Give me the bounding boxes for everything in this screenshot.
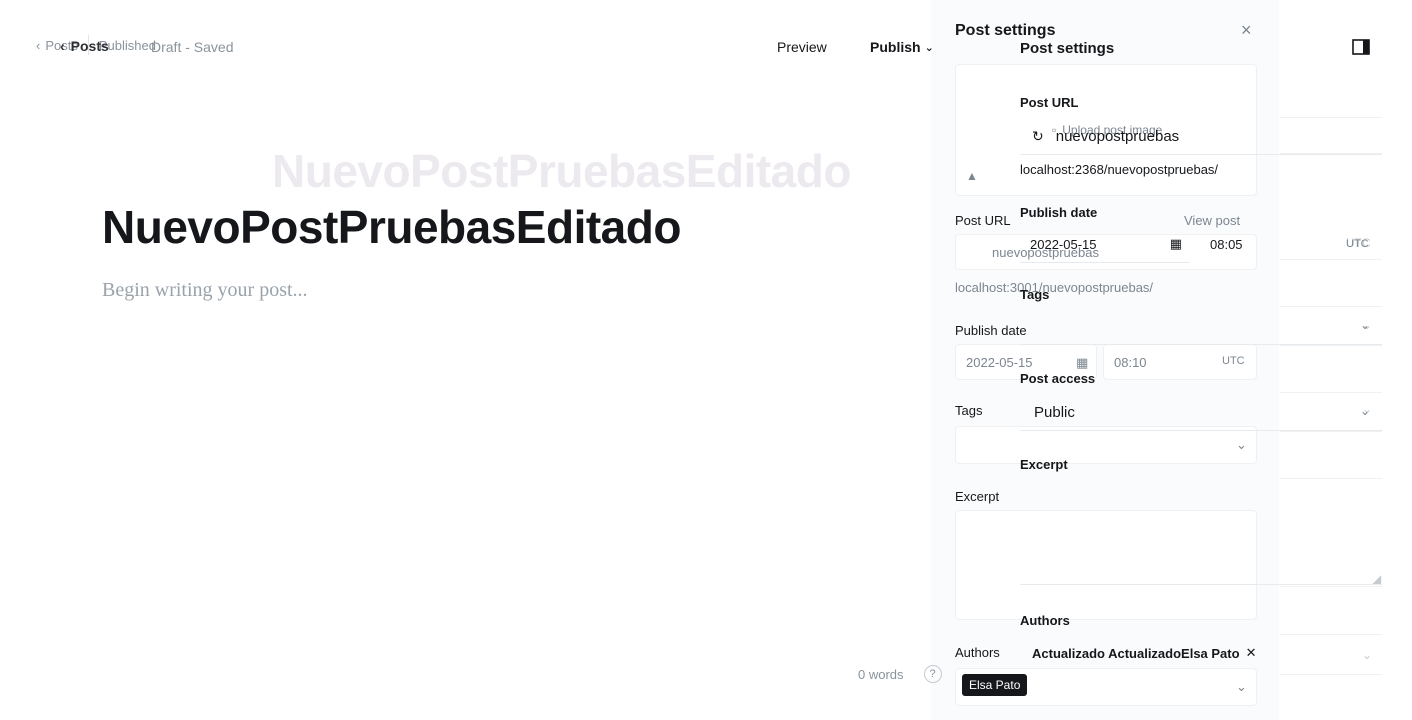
- post-body-editor[interactable]: Begin writing your post...: [102, 279, 308, 302]
- post-url-full: localhost:2368/nuevopostpruebas/: [1020, 162, 1219, 177]
- post-url-label-ghost: Post URL: [955, 213, 1011, 228]
- back-posts-link[interactable]: ‹ Posts: [60, 38, 109, 54]
- preview-button[interactable]: Preview: [777, 39, 827, 55]
- excerpt-label-ghost: Excerpt: [955, 489, 1000, 504]
- save-status: Draft - Saved: [151, 39, 234, 55]
- chevron-down-icon: ⌄: [1359, 318, 1370, 332]
- post-access-label: Post access: [1020, 371, 1096, 386]
- link-icon: ↻: [1032, 127, 1044, 144]
- publish-date-input[interactable]: 2022-05-15 ▦: [1020, 226, 1190, 263]
- post-url-label: Post URL: [1020, 95, 1079, 110]
- calendar-icon: ▦: [1169, 236, 1182, 251]
- timezone-label: UTC: [1346, 238, 1369, 250]
- settings-panel: Post settings Post URL ↻ nuevopostprueba…: [1020, 0, 1382, 720]
- tags-label-ghost: Tags: [955, 403, 983, 418]
- post-url-input[interactable]: ↻ nuevopostpruebas: [1020, 118, 1382, 155]
- chevron-left-icon: ‹: [60, 38, 65, 54]
- post-access-select[interactable]: Public ⌄: [1020, 394, 1382, 431]
- editor-title-ghost: NuevoPostPruebasEditado: [272, 145, 851, 197]
- word-count: 0 words ?: [858, 665, 942, 683]
- authors-label-ghost: Authors: [955, 645, 1000, 660]
- publish-time-input[interactable]: 08:05: [1210, 237, 1243, 252]
- chevron-left-icon: ‹: [36, 37, 41, 53]
- publish-date-label: Publish date: [1020, 205, 1098, 220]
- excerpt-textarea[interactable]: [1020, 480, 1382, 585]
- author-chip-ghost[interactable]: Elsa Pato: [962, 674, 1028, 696]
- excerpt-label: Excerpt: [1020, 457, 1068, 472]
- tags-label: Tags: [1020, 287, 1050, 302]
- unsplash-icon[interactable]: ▲: [966, 169, 978, 183]
- help-icon[interactable]: ?: [923, 665, 942, 683]
- author-token[interactable]: Actualizado ActualizadoElsa Pato ✕: [1032, 645, 1256, 661]
- chevron-down-icon: ⌄: [924, 41, 934, 54]
- tags-input[interactable]: ⌄: [1020, 308, 1382, 345]
- chevron-down-icon: ⌄: [1359, 404, 1370, 418]
- authors-label: Authors: [1020, 613, 1070, 628]
- publish-button[interactable]: Publish ⌄: [870, 39, 934, 55]
- close-icon[interactable]: ✕: [1246, 645, 1257, 661]
- post-title-input[interactable]: NuevoPostPruebasEditado: [102, 200, 681, 254]
- publish-date-label-ghost: Publish date: [955, 323, 1027, 338]
- panel-title: Post settings: [1020, 40, 1115, 57]
